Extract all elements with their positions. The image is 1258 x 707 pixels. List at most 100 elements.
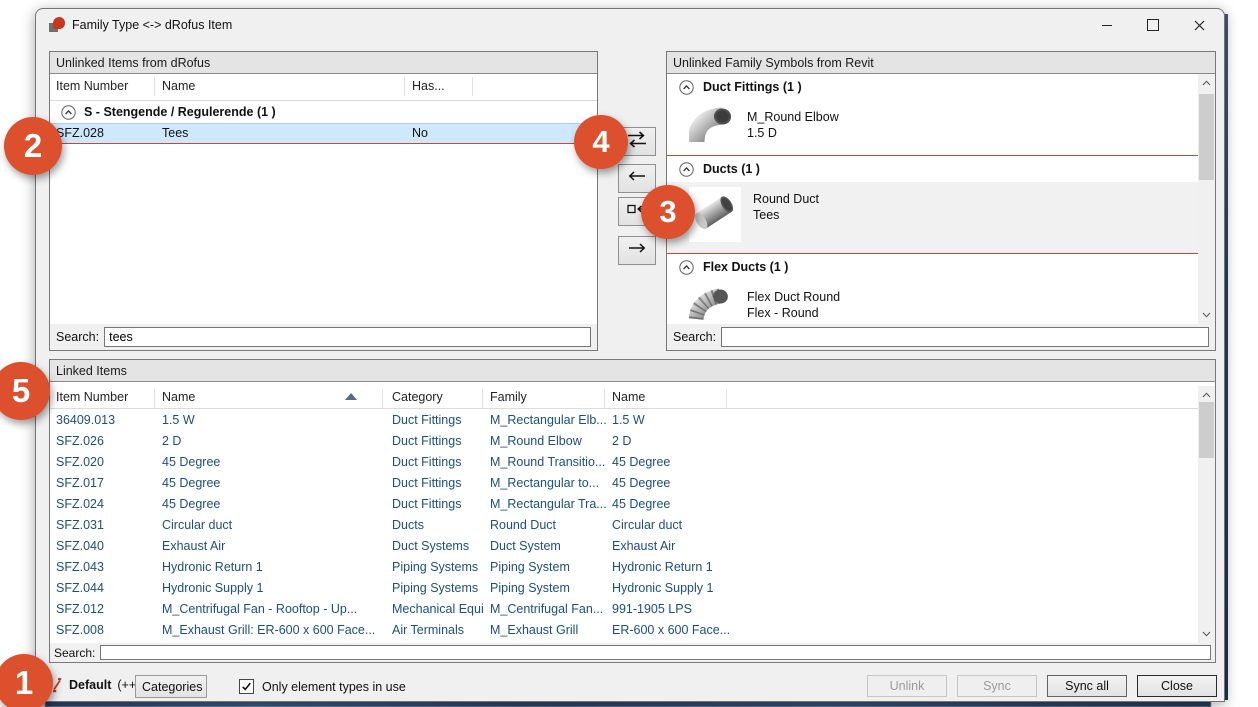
cell: Round Duct (490, 518, 606, 532)
unlinked-drofus-panel-title: Unlinked Items from dRofus (50, 52, 597, 74)
revit-category-group-row[interactable]: Ducts (1 ) (667, 156, 1198, 182)
search-label: Search: (673, 330, 716, 344)
linked-item-row[interactable]: SFZ.012M_Centrifugal Fan - Rooftop - Up.… (50, 599, 1198, 620)
revit-list-scrollbar[interactable] (1198, 74, 1215, 324)
window-controls (1084, 9, 1222, 41)
arrow-left-icon (626, 169, 648, 188)
drofus-group-label: S - Stengende / Regulerende (1 ) (84, 105, 276, 119)
cell: M_Round Elbow (490, 434, 606, 448)
drofus-search-bar: Search: (50, 324, 597, 350)
linked-item-row[interactable]: SFZ.040Exhaust AirDuct SystemsDuct Syste… (50, 536, 1198, 557)
column-header-has[interactable]: Has... (412, 79, 464, 93)
cell: Piping Systems (392, 581, 484, 595)
cell: 45 Degree (612, 455, 770, 469)
linked-search-bar: Search: (50, 643, 1215, 662)
revit-symbol-text: Flex Duct RoundFlex - Round (747, 285, 840, 321)
column-header-name-2[interactable]: Name (612, 390, 645, 404)
type-name: 1.5 D (747, 125, 839, 141)
revit-search-bar: Search: (667, 324, 1215, 350)
sync-all-button[interactable]: Sync all (1047, 675, 1127, 697)
revit-search-input[interactable] (721, 327, 1209, 347)
column-header-item-number[interactable]: Item Number (56, 79, 152, 93)
callout-circle-4: 4 (574, 115, 628, 169)
drofus-item-row-selected[interactable]: SFZ.028 Tees No (50, 123, 597, 144)
swap-arrows-icon (625, 131, 649, 153)
cell: Duct Fittings (392, 476, 484, 490)
collapse-group-icon[interactable] (679, 162, 694, 177)
cell: Air Terminals (392, 623, 484, 637)
search-label: Search: (54, 646, 95, 660)
cell: SFZ.040 (56, 539, 156, 553)
linked-item-row[interactable]: SFZ.043Hydronic Return 1Piping SystemsPi… (50, 557, 1198, 578)
screenshot-root: Family Type <-> dRofus Item Unlinked Ite… (0, 0, 1258, 707)
cell: SFZ.031 (56, 518, 156, 532)
revit-group-label: Ducts (1 ) (703, 162, 760, 176)
move-left-button[interactable] (618, 164, 656, 193)
column-header-name[interactable]: Name (162, 79, 402, 93)
profile-selector[interactable]: Default (++) (49, 677, 140, 693)
cell: SFZ.044 (56, 581, 156, 595)
collapse-group-icon[interactable] (61, 105, 76, 120)
move-right-button[interactable] (618, 236, 656, 265)
close-window-icon[interactable] (1176, 9, 1222, 41)
cell: Piping System (490, 581, 606, 595)
revit-symbol-item[interactable]: M_Round Elbow1.5 D (667, 100, 1198, 156)
revit-category-group-row[interactable]: Duct Fittings (1 ) (667, 74, 1198, 100)
scroll-up-icon[interactable] (1198, 387, 1215, 403)
cell: SFZ.012 (56, 602, 156, 616)
linked-grid-header: Item Number Name Category Family Name (50, 386, 1198, 409)
cell-name: Tees (162, 126, 402, 140)
linked-item-row[interactable]: SFZ.02445 DegreeDuct FittingsM_Rectangul… (50, 494, 1198, 515)
scrollbar-thumb[interactable] (1199, 94, 1214, 180)
cell: Duct Fittings (392, 455, 484, 469)
linked-item-row[interactable]: 36409.0131.5 WDuct FittingsM_Rectangular… (50, 410, 1198, 431)
column-header-item-number[interactable]: Item Number (56, 390, 128, 404)
revit-category-group-row[interactable]: Flex Ducts (1 ) (667, 254, 1198, 280)
close-button[interactable]: Close (1137, 675, 1217, 697)
scroll-up-icon[interactable] (1198, 75, 1215, 91)
cylinder-thumbnail (689, 187, 741, 242)
unlink-button: Unlink (867, 675, 947, 697)
unlinked-drofus-list: Item Number Name Has... S - Stengende / … (50, 74, 597, 324)
scroll-down-icon[interactable] (1198, 626, 1215, 642)
linked-item-row[interactable]: SFZ.031Circular ductDuctsRound DuctCircu… (50, 515, 1198, 536)
scrollbar-thumb[interactable] (1199, 402, 1214, 458)
linked-search-input[interactable] (100, 645, 1211, 660)
cell: 45 Degree (162, 497, 384, 511)
only-in-use-checkbox[interactable] (239, 679, 254, 694)
cell: SFZ.020 (56, 455, 156, 469)
column-header-family[interactable]: Family (490, 390, 527, 404)
cell: 45 Degree (612, 476, 770, 490)
column-header-category[interactable]: Category (392, 390, 443, 404)
categories-button[interactable]: Categories (135, 675, 207, 698)
drofus-group-row[interactable]: S - Stengende / Regulerende (1 ) (50, 101, 597, 123)
minimize-icon[interactable] (1084, 9, 1130, 41)
revit-symbol-item[interactable]: Round DuctTees (667, 182, 1198, 254)
revit-group-label: Flex Ducts (1 ) (703, 260, 788, 274)
linked-item-row[interactable]: SFZ.01745 DegreeDuct FittingsM_Rectangul… (50, 473, 1198, 494)
linked-item-row[interactable]: SFZ.008 M_Exhaust Grill: ER-600 x 600 Fac… (50, 620, 1198, 641)
cell: Duct Systems (392, 539, 484, 553)
scroll-down-icon[interactable] (1198, 307, 1215, 323)
collapse-group-icon[interactable] (679, 80, 694, 95)
cell: Duct Fittings (392, 497, 484, 511)
linked-items-panel: Linked Items Item Number Name Category F… (49, 359, 1216, 663)
linked-item-row[interactable]: SFZ.044Hydronic Supply 1Piping SystemsPi… (50, 578, 1198, 599)
title-bar[interactable]: Family Type <-> dRofus Item (36, 9, 1224, 41)
cell: Piping Systems (392, 560, 484, 574)
flex-duct-thumbnail (689, 285, 735, 324)
maximize-icon[interactable] (1130, 9, 1176, 41)
drofus-search-input[interactable] (104, 327, 591, 347)
cell: SFZ.008 (56, 623, 156, 637)
cell: M_Exhaust Grill: ER-600 x 600 Face... (162, 623, 384, 637)
family-name: Flex Duct Round (747, 289, 840, 305)
collapse-group-icon[interactable] (679, 260, 694, 275)
linked-item-row[interactable]: SFZ.02045 DegreeDuct FittingsM_Round Tra… (50, 452, 1198, 473)
linked-list-scrollbar[interactable] (1198, 386, 1215, 643)
cell: 1.5 W (612, 413, 770, 427)
sync-button: Sync (957, 675, 1037, 697)
column-header-name[interactable]: Name (162, 390, 195, 404)
cell: Exhaust Air (162, 539, 384, 553)
linked-item-row[interactable]: SFZ.0262 DDuct FittingsM_Round Elbow2 D (50, 431, 1198, 452)
revit-symbol-item[interactable]: Flex Duct RoundFlex - Round (667, 280, 1198, 324)
